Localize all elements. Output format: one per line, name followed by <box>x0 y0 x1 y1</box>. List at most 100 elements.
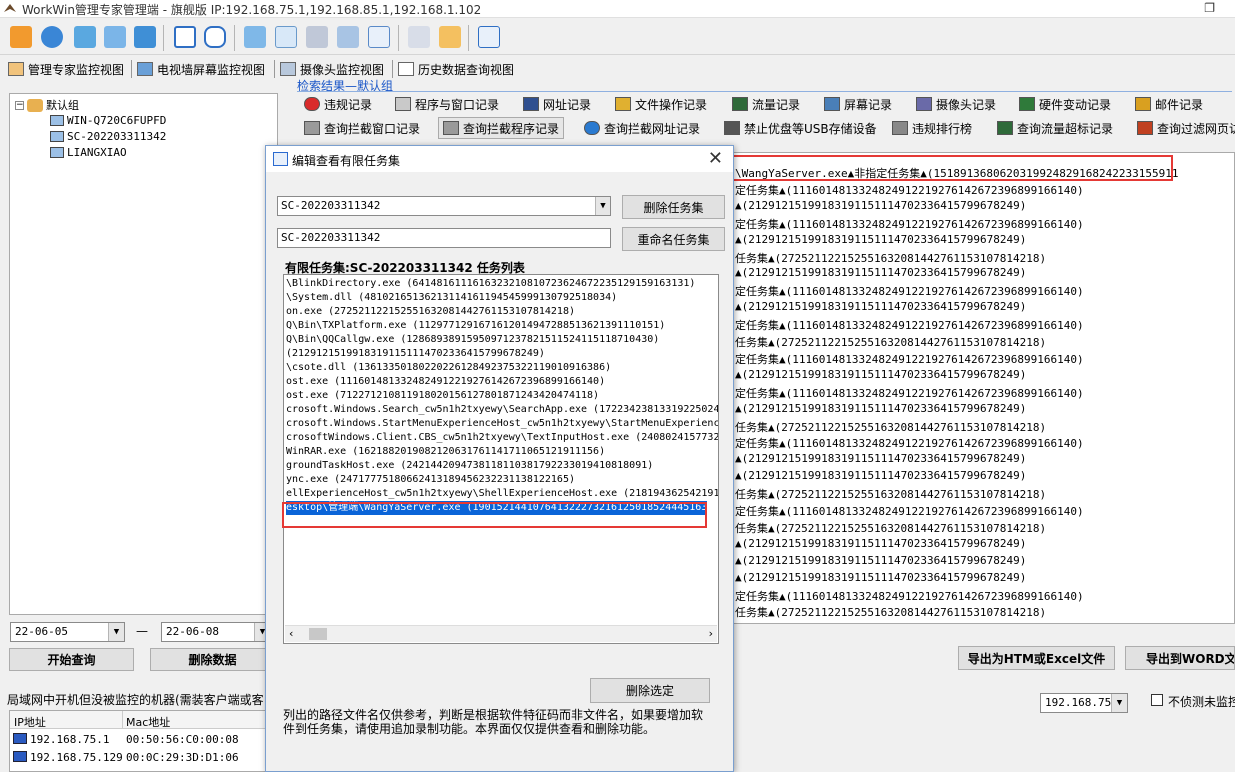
task-item[interactable]: ellExperienceHost_cw5n1h2txyewy\ShellExp… <box>286 487 718 501</box>
result-row[interactable]: 定任务集▲(1116014813324824912219276142672396… <box>735 385 1084 401</box>
close-icon[interactable]: ✕ <box>708 148 723 169</box>
date-to-picker[interactable]: 22-06-08 ▼ <box>161 622 271 642</box>
result-row[interactable]: 任务集▲(27252112215255163208144276115310781… <box>735 334 1046 350</box>
help-icon[interactable] <box>478 26 500 48</box>
tab-file-operation-records[interactable]: 文件操作记录 <box>611 93 711 115</box>
horizontal-scrollbar[interactable]: ‹ › <box>285 625 717 642</box>
date-from-picker[interactable]: 22-06-05 ▼ <box>10 622 125 642</box>
result-row[interactable]: 任务集▲(27252112215255163208144276115310781… <box>735 250 1046 266</box>
broadcast-icon[interactable] <box>275 26 297 48</box>
rename-task-set-button[interactable]: 重命名任务集 <box>622 227 725 251</box>
delete-selected-button[interactable]: 删除选定 <box>590 678 710 703</box>
tab-program-window-records[interactable]: 程序与窗口记录 <box>391 93 503 115</box>
tab-violation-records[interactable]: 违规记录 <box>300 93 376 115</box>
task-item[interactable]: WinRAR.exe (1621882019082120631761141711… <box>286 445 605 459</box>
network-icon[interactable] <box>337 26 359 48</box>
ip-range-select[interactable]: 192.168.75 ▼ <box>1040 693 1128 713</box>
tab-hardware-records[interactable]: 硬件变动记录 <box>1015 93 1115 115</box>
no-detect-checkbox[interactable] <box>1151 694 1163 706</box>
result-row[interactable]: 定任务集▲(1116014813324824912219276142672396… <box>735 435 1084 451</box>
result-row[interactable]: 定任务集▲(1116014813324824912219276142672396… <box>735 351 1084 367</box>
windows-icon[interactable] <box>10 26 32 48</box>
result-row[interactable]: ▲(21291215199183191151114702336415799678… <box>735 402 1026 415</box>
chevron-down-icon[interactable]: ▼ <box>1111 694 1127 712</box>
tab-blocked-windows[interactable]: 查询拦截窗口记录 <box>300 117 424 139</box>
result-row[interactable]: ▲(21291215199183191151114702336415799678… <box>735 469 1026 482</box>
table-row[interactable]: 192.168.75.1 00:50:56:C0:00:08 <box>13 733 239 746</box>
tab-history-view[interactable]: 历史数据查询视图 <box>398 59 514 79</box>
task-item[interactable]: Q\Bin\QQCallgw.exe (12868938915950971237… <box>286 333 659 347</box>
result-row[interactable]: 定任务集▲(1116014813324824912219276142672396… <box>735 283 1084 299</box>
chevron-down-icon[interactable]: ▼ <box>108 623 124 641</box>
table-row[interactable]: 192.168.75.129 00:0C:29:3D:D1:06 <box>13 751 239 764</box>
task-item[interactable]: Q\Bin\TXPlatform.exe (112977129167161201… <box>286 319 665 333</box>
scroll-right-icon[interactable]: › <box>709 627 713 640</box>
rename-field[interactable]: SC-202203311342 <box>277 228 611 248</box>
task-item[interactable]: (212912151991831911511147023364157996782… <box>286 347 545 361</box>
task-item[interactable]: crosoftWindows.Client.CBS_cw5n1h2txyewy\… <box>286 431 718 445</box>
task-set-select[interactable]: SC-202203311342 ▼ <box>277 196 611 216</box>
tree-group-default[interactable]: − 默认组 <box>15 97 79 113</box>
result-row[interactable]: 任务集▲(27252112215255163208144276115310781… <box>735 419 1046 435</box>
tab-blocked-urls[interactable]: 查询拦截网址记录 <box>580 117 704 139</box>
remote-desktop-icon[interactable] <box>244 26 266 48</box>
lock-icon[interactable] <box>204 26 226 48</box>
tab-blocked-programs[interactable]: 查询拦截程序记录 <box>438 117 565 139</box>
tab-traffic-records[interactable]: 流量记录 <box>728 93 804 115</box>
tab-tvwall-view[interactable]: 电视墙屏幕监控视图 <box>137 59 265 79</box>
delete-data-button[interactable]: 删除数据 <box>150 648 275 671</box>
scroll-thumb[interactable] <box>309 628 327 640</box>
users-icon[interactable] <box>134 26 156 48</box>
result-row[interactable]: 任务集▲(27252112215255163208144276115310781… <box>735 486 1046 502</box>
tab-traffic-overlimit[interactable]: 查询流量超标记录 <box>993 117 1117 139</box>
result-row[interactable]: 定任务集▲(1116014813324824912219276142672396… <box>735 182 1084 198</box>
chart-screen-icon[interactable] <box>368 26 390 48</box>
task-item[interactable]: \csote.dll (1361335018022022612849237532… <box>286 361 611 375</box>
task-item[interactable]: ost.exe (7122712108119180201561278018712… <box>286 389 599 403</box>
result-row[interactable]: 定任务集▲(1116014813324824912219276142672396… <box>735 588 1084 604</box>
result-row[interactable]: 定任务集▲(1116014813324824912219276142672396… <box>735 503 1084 519</box>
collapse-icon[interactable]: − <box>15 100 24 110</box>
tab-block-usb[interactable]: 禁止优盘等USB存储设备 <box>720 117 881 139</box>
export-html-button[interactable]: 导出为HTM或Excel文件 <box>958 646 1115 670</box>
result-row[interactable]: ▲(21291215199183191151114702336415799678… <box>735 266 1026 279</box>
tab-url-records[interactable]: 网址记录 <box>519 93 595 115</box>
grid-icon[interactable] <box>174 26 196 48</box>
delete-task-set-button[interactable]: 删除任务集 <box>622 195 725 219</box>
tree-computer[interactable]: LIANGXIAO <box>50 146 127 159</box>
copy-icon[interactable] <box>408 26 430 48</box>
tab-screen-records[interactable]: 屏幕记录 <box>820 93 896 115</box>
start-query-button[interactable]: 开始查询 <box>9 648 134 671</box>
task-item[interactable]: \System.dll (481021651362131141611945459… <box>286 291 617 305</box>
scroll-left-icon[interactable]: ‹ <box>289 627 293 640</box>
tab-camera-view[interactable]: 摄像头监控视图 <box>280 59 384 79</box>
result-row[interactable]: ▲(21291215199183191151114702336415799678… <box>735 300 1026 313</box>
task-item[interactable]: ost.exe (1116014813324824912219276142672… <box>286 375 605 389</box>
result-row[interactable]: ▲(21291215199183191151114702336415799678… <box>735 199 1026 212</box>
task-list[interactable]: \BlinkDirectory.exe (6414816111616323210… <box>283 274 719 644</box>
task-item[interactable]: crosoft.Windows.StartMenuExperienceHost_… <box>286 417 718 431</box>
tab-camera-records[interactable]: 摄像头记录 <box>912 93 1000 115</box>
result-row[interactable]: ▲(21291215199183191151114702336415799678… <box>735 233 1026 246</box>
tree-computer[interactable]: WIN-Q720C6FUPFD <box>50 114 166 127</box>
result-row[interactable]: 定任务集▲(1116014813324824912219276142672396… <box>735 216 1084 232</box>
globe-icon[interactable] <box>41 26 63 48</box>
chevron-down-icon[interactable]: ▼ <box>595 197 610 215</box>
tab-violation-ranking[interactable]: 违规排行榜 <box>888 117 976 139</box>
task-item[interactable]: ync.exe (2471777518066241318945623223113… <box>286 473 575 487</box>
search-tools-icon[interactable] <box>306 26 328 48</box>
result-row[interactable]: 任务集▲(27252112215255163208144276115310781… <box>735 604 1046 620</box>
task-item[interactable]: on.exe (27252112215255163208144276115310… <box>286 305 575 319</box>
task-item[interactable]: crosoft.Windows.Search_cw5n1h2txyewy\Sea… <box>286 403 718 417</box>
tab-mail-records[interactable]: 邮件记录 <box>1131 93 1207 115</box>
document-search-icon[interactable] <box>104 26 126 48</box>
tab-filtered-web[interactable]: 查询过滤网页访 <box>1133 117 1235 139</box>
result-row[interactable]: ▲(21291215199183191151114702336415799678… <box>735 537 1026 550</box>
tab-manager-view[interactable]: 管理专家监控视图 <box>8 59 124 79</box>
result-row[interactable]: ▲(21291215199183191151114702336415799678… <box>735 368 1026 381</box>
result-row[interactable]: 定任务集▲(1116014813324824912219276142672396… <box>735 317 1084 333</box>
result-row[interactable]: ▲(21291215199183191151114702336415799678… <box>735 554 1026 567</box>
task-item[interactable]: \BlinkDirectory.exe (6414816111616323210… <box>286 277 695 291</box>
restore-icon[interactable]: ❐ <box>1204 1 1215 15</box>
result-row[interactable]: ▲(21291215199183191151114702336415799678… <box>735 452 1026 465</box>
